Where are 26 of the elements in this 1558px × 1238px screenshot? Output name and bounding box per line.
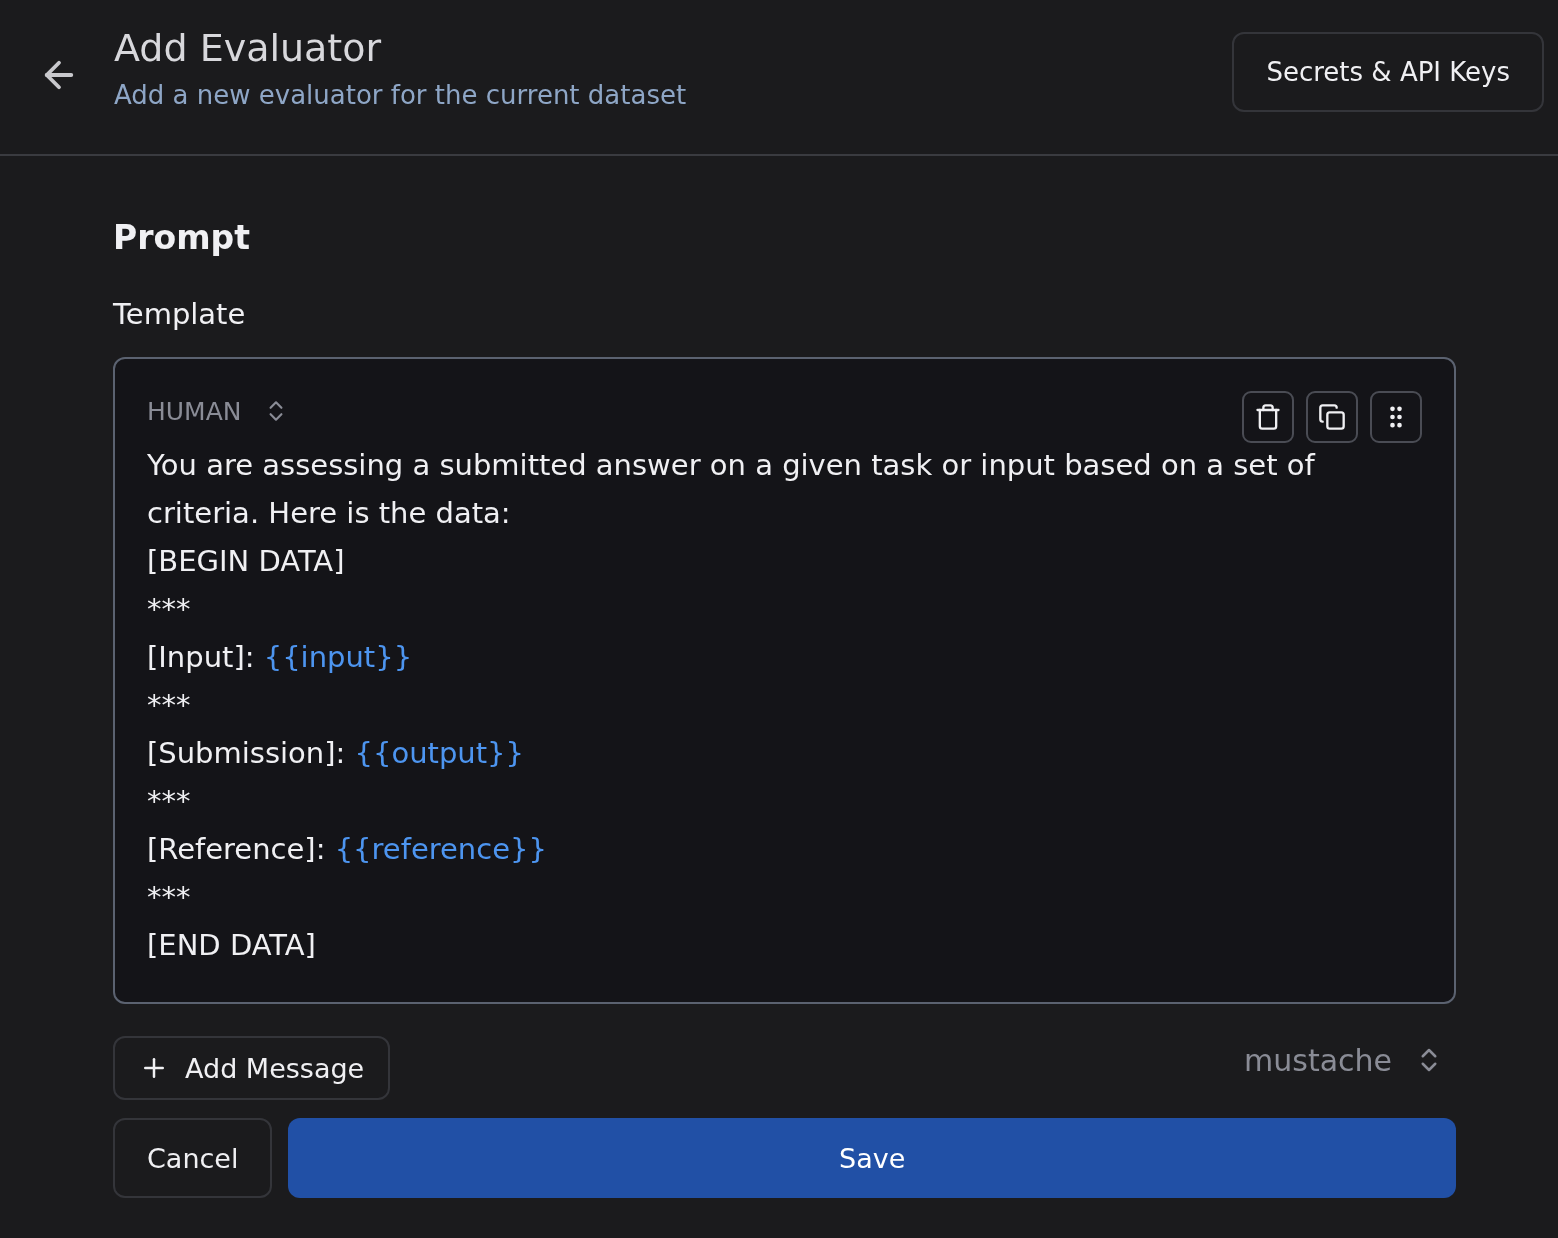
template-line: ***: [147, 687, 192, 724]
save-button[interactable]: Save: [288, 1118, 1456, 1198]
page-title: Add Evaluator: [114, 26, 383, 70]
role-select[interactable]: HUMAN: [147, 389, 290, 433]
template-line: [BEGIN DATA]: [147, 543, 346, 580]
copy-icon: [1318, 403, 1346, 431]
drag-handle[interactable]: [1370, 391, 1422, 443]
delete-button[interactable]: [1242, 391, 1294, 443]
template-line: ***: [147, 879, 192, 916]
template-line: ***: [147, 591, 192, 628]
message-editor[interactable]: [113, 357, 1456, 1004]
cancel-button[interactable]: Cancel: [113, 1118, 273, 1198]
section-heading: Prompt: [113, 218, 251, 257]
add-message-button[interactable]: Add Message: [113, 1036, 391, 1100]
template-line: [Reference]: {{reference}}: [147, 831, 548, 868]
template-line: [Input]: {{input}}: [147, 639, 414, 676]
field-label: Template: [113, 297, 247, 331]
template-line: [END DATA]: [147, 927, 317, 964]
template-format-select[interactable]: mustache: [1244, 1042, 1456, 1094]
trash-icon: [1254, 403, 1282, 431]
copy-button[interactable]: [1306, 391, 1358, 443]
template-line: [Submission]: {{output}}: [147, 735, 525, 772]
secrets-button[interactable]: Secrets & API Keys: [1232, 32, 1544, 112]
template-line: You are assessing a submitted answer on a given task or input based on a set of criteria. Here is the data:: [147, 447, 1317, 532]
template-line: ***: [147, 783, 192, 820]
page-subtitle: Add a new evaluator for the current dataset: [114, 80, 687, 110]
